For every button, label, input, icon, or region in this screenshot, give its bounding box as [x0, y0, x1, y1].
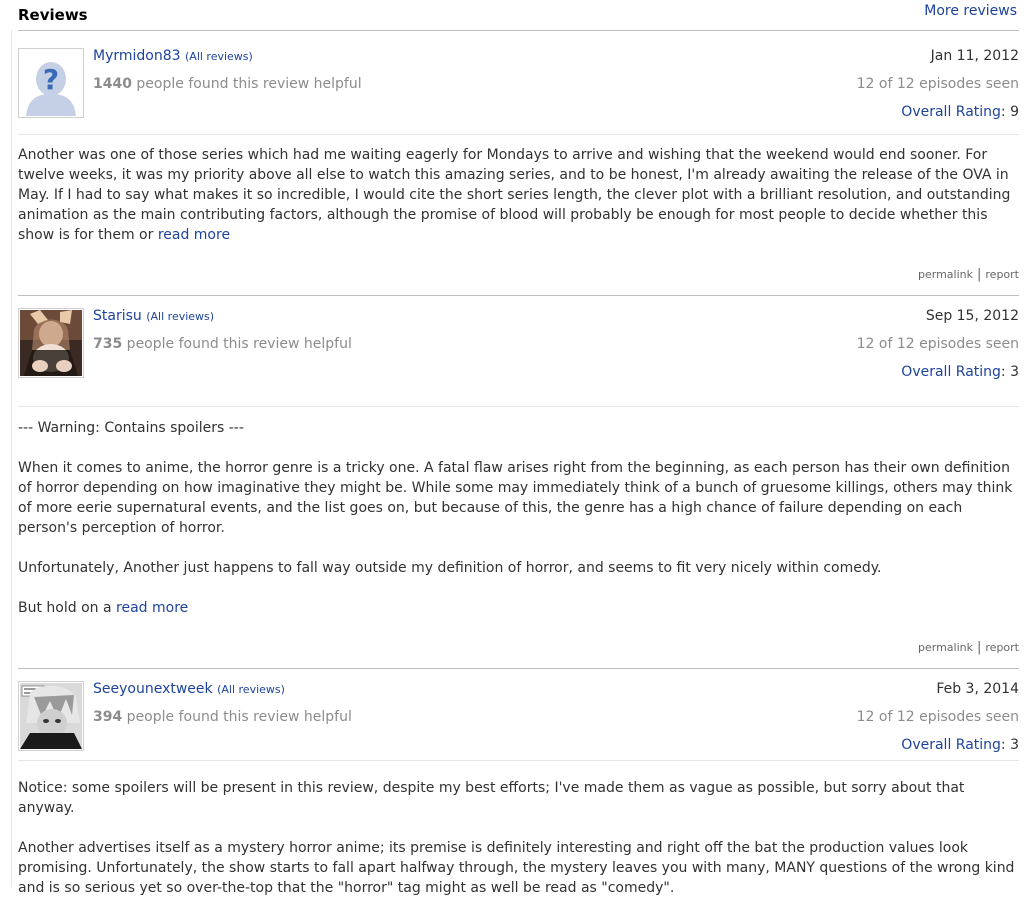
episodes-seen: 12 of 12 episodes seen — [856, 76, 1019, 92]
helpful-number: 1440 — [93, 76, 132, 92]
helpful-count: 394 people found this review helpful — [93, 709, 352, 725]
overall-rating: Overall Rating: 3 — [901, 737, 1019, 753]
helpful-number: 735 — [93, 336, 123, 352]
review-date: Feb 3, 2014 — [936, 681, 1019, 697]
reviewer-name[interactable]: Myrmidon83 (All reviews) — [93, 48, 253, 64]
overall-rating-link[interactable]: Overall Rating — [901, 737, 1001, 753]
review-text: Notice: some spoilers will be present in… — [18, 780, 965, 816]
review-body: Another was one of those series which ha… — [18, 145, 1019, 245]
reviews-title: Reviews — [18, 6, 88, 24]
report-link[interactable]: report — [985, 268, 1019, 281]
reviewer-name[interactable]: Seeyounextweek (All reviews) — [93, 681, 285, 697]
review-item: Starisu (All reviews) 735 people found t… — [18, 308, 1019, 658]
read-more-link[interactable]: read more — [158, 227, 230, 243]
review-separator — [18, 760, 1019, 761]
report-link[interactable]: report — [985, 641, 1019, 654]
overall-rating-link[interactable]: Overall Rating — [901, 104, 1001, 120]
overall-rating: Overall Rating: 3 — [901, 364, 1019, 380]
permalink-link[interactable]: permalink — [918, 268, 973, 281]
reviewer-name[interactable]: Starisu (All reviews) — [93, 308, 214, 324]
rating-value: : 3 — [1000, 364, 1019, 380]
helpful-label: people found this review helpful — [131, 76, 362, 92]
more-reviews-link[interactable]: More reviews — [924, 3, 1017, 19]
review-item: Seeyounextweek (All reviews) 394 people … — [18, 681, 1019, 896]
helpful-label: people found this review helpful — [122, 336, 352, 352]
helpful-count: 735 people found this review helpful — [93, 336, 352, 352]
review-divider — [18, 295, 1019, 296]
helpful-label: people found this review helpful — [122, 709, 352, 725]
review-text: Unfortunately, Another just happens to f… — [18, 560, 882, 576]
reviews-header: Reviews More reviews — [18, 0, 1019, 31]
review-body: --- Warning: Contains spoilers --- When … — [18, 418, 1019, 618]
review-divider — [18, 668, 1019, 669]
review-item: ? Myrmidon83 (All reviews) 1440 people f… — [18, 48, 1019, 282]
rating-value: : 3 — [1000, 737, 1019, 753]
default-avatar-icon: ? — [20, 50, 82, 116]
episodes-seen: 12 of 12 episodes seen — [856, 709, 1019, 725]
helpful-number: 394 — [93, 709, 123, 725]
section-border — [11, 30, 12, 887]
review-date: Jan 11, 2012 — [930, 48, 1019, 64]
svg-text:?: ? — [43, 63, 59, 96]
overall-rating: Overall Rating: 9 — [901, 104, 1019, 120]
review-body: Notice: some spoilers will be present in… — [18, 778, 1019, 898]
all-reviews-link[interactable]: (All reviews) — [146, 310, 214, 323]
pipe-divider: | — [977, 267, 982, 282]
overall-rating-link[interactable]: Overall Rating — [901, 364, 1001, 380]
user-avatar-icon — [20, 310, 82, 376]
avatar[interactable] — [18, 681, 84, 751]
review-actions: permalink | report — [918, 267, 1019, 282]
episodes-seen: 12 of 12 episodes seen — [856, 336, 1019, 352]
spoiler-warning: --- Warning: Contains spoilers --- — [18, 420, 244, 436]
review-actions: permalink | report — [918, 640, 1019, 655]
review-text: But hold on a — [18, 600, 112, 616]
avatar[interactable]: ? — [18, 48, 84, 118]
rating-value: : 9 — [1000, 104, 1019, 120]
all-reviews-link[interactable]: (All reviews) — [217, 683, 285, 696]
pipe-divider: | — [977, 640, 982, 655]
review-text: Another advertises itself as a mystery h… — [18, 840, 1015, 896]
reviewer-name-link[interactable]: Starisu — [93, 308, 142, 324]
review-separator — [18, 134, 1019, 135]
review-text: When it comes to anime, the horror genre… — [18, 460, 1013, 536]
review-date: Sep 15, 2012 — [925, 308, 1019, 324]
review-separator — [18, 406, 1019, 407]
reviewer-name-link[interactable]: Myrmidon83 — [93, 48, 181, 64]
user-avatar-icon — [20, 683, 82, 749]
all-reviews-link[interactable]: (All reviews) — [185, 50, 253, 63]
avatar[interactable] — [18, 308, 84, 378]
reviewer-name-link[interactable]: Seeyounextweek — [93, 681, 213, 697]
read-more-link[interactable]: read more — [116, 600, 188, 616]
helpful-count: 1440 people found this review helpful — [93, 76, 362, 92]
permalink-link[interactable]: permalink — [918, 641, 973, 654]
